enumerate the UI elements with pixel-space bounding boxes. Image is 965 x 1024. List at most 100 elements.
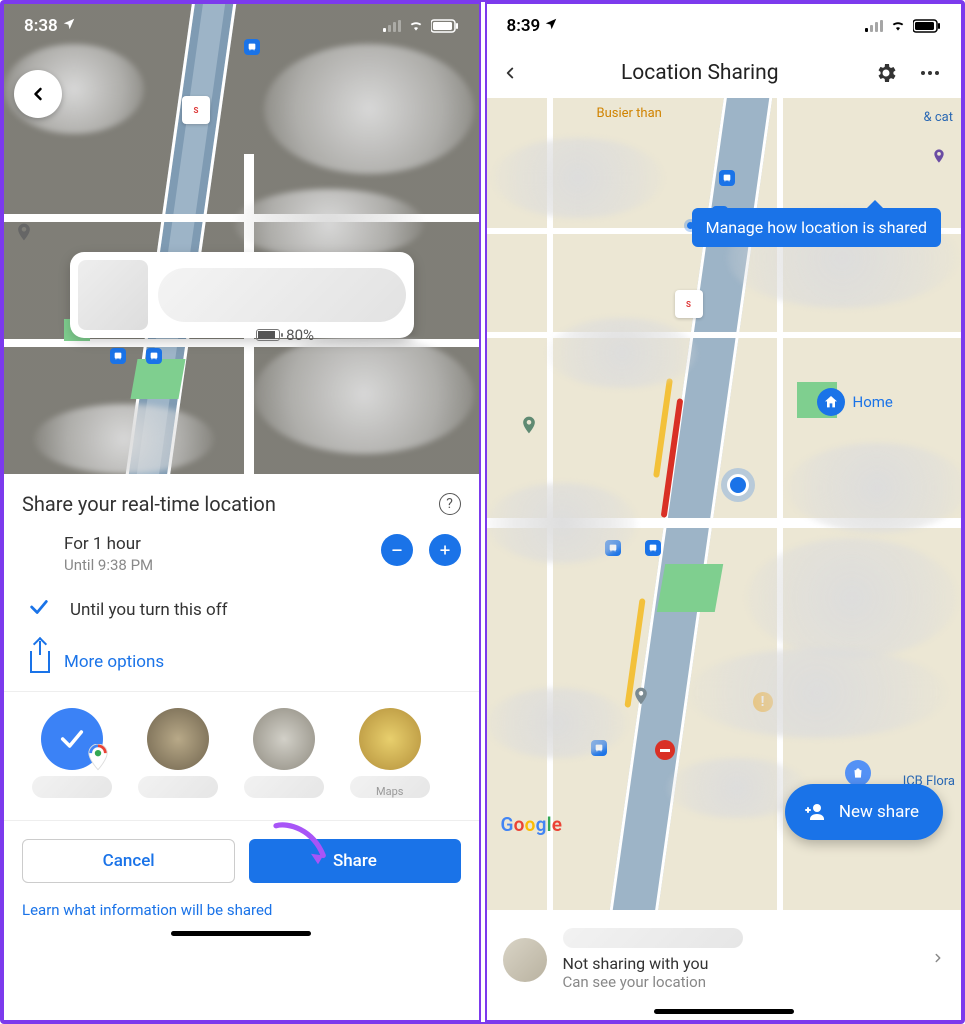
map-park	[656, 564, 722, 612]
blurred-region	[547, 318, 697, 388]
header-title: Location Sharing	[541, 61, 860, 85]
divider	[4, 820, 479, 821]
until-off-label: Until you turn this off	[70, 600, 228, 620]
more-menu-button[interactable]	[913, 61, 947, 85]
battery-percent-text: 80%	[286, 326, 314, 344]
contact-selected-check	[41, 708, 103, 770]
blurred-region	[487, 483, 637, 563]
location-info-card[interactable]: 80%	[70, 252, 414, 338]
status-icons	[865, 19, 941, 33]
back-button[interactable]	[14, 70, 62, 118]
blurred-region	[687, 648, 947, 738]
map-pin-icon	[519, 412, 539, 438]
home-pin[interactable]: Home	[817, 388, 893, 416]
poi-marker: S	[675, 290, 703, 318]
contact-item-selected[interactable]	[32, 708, 112, 798]
sharing-status-text: Not sharing with you	[563, 954, 916, 973]
contact-item[interactable]: Maps	[350, 708, 430, 798]
contact-name-blurred: 80%	[158, 268, 406, 322]
more-options-button[interactable]: More options	[22, 651, 461, 673]
contact-name-blurred	[244, 776, 324, 798]
google-logo: Google	[501, 813, 563, 836]
settings-button[interactable]	[869, 61, 903, 85]
blurred-region	[254, 334, 474, 454]
sheet-title: Share your real-time location	[22, 492, 276, 516]
map[interactable]: Busier than & cat S Home ! ICB Flora	[487, 98, 962, 910]
check-icon	[28, 596, 50, 623]
map-pin-icon	[931, 146, 947, 166]
cancel-label: Cancel	[103, 851, 155, 871]
contact-name-blurred	[138, 776, 218, 798]
status-icons	[383, 19, 459, 33]
phone-right: 8:39 Location Sharing	[485, 2, 964, 1022]
learn-info-link[interactable]: Learn what information will be shared	[22, 901, 461, 919]
bus-stop-icon	[146, 348, 162, 364]
bus-stop-icon	[110, 348, 126, 364]
share-button[interactable]: Share	[249, 839, 460, 883]
bus-stop-icon	[645, 540, 661, 556]
contact-item[interactable]	[244, 708, 324, 798]
location-services-icon	[62, 16, 76, 36]
home-icon	[817, 388, 845, 416]
contact-name-blurred	[32, 776, 112, 798]
map-park	[130, 359, 185, 399]
status-bar: 8:38	[4, 4, 479, 48]
back-button[interactable]	[501, 64, 531, 82]
poi-label: & cat	[924, 110, 953, 125]
cellular-icon	[865, 20, 883, 32]
status-time-text: 8:38	[24, 16, 58, 36]
add-person-icon	[803, 800, 827, 824]
shopping-poi-icon	[845, 760, 871, 786]
visibility-status-text: Can see your location	[563, 973, 916, 991]
no-entry-icon	[655, 740, 675, 760]
location-services-icon	[544, 16, 558, 36]
home-label: Home	[853, 393, 893, 411]
poi-marker: S	[182, 96, 210, 124]
battery-level-icon	[256, 329, 280, 341]
bus-stop-icon	[719, 170, 735, 186]
chevron-right-icon	[931, 950, 945, 969]
decrease-duration-button[interactable]	[381, 534, 413, 566]
contact-avatar	[359, 708, 421, 770]
blurred-region	[787, 443, 962, 533]
contact-name-blurred: Maps	[350, 776, 430, 798]
home-indicator[interactable]	[171, 931, 311, 936]
map-dimmed: S 80%	[4, 4, 479, 474]
header: Location Sharing	[487, 48, 962, 98]
new-share-button[interactable]: New share	[785, 784, 943, 840]
contacts-row: Maps	[22, 692, 461, 802]
status-time-text: 8:39	[507, 16, 541, 36]
blurred-region	[34, 404, 214, 474]
blurred-region	[234, 189, 424, 259]
phone-left: 8:38 S	[2, 2, 481, 1022]
contact-avatar	[503, 938, 547, 982]
until-off-option[interactable]: Until you turn this off	[22, 596, 461, 623]
wifi-icon	[889, 19, 907, 33]
blurred-region	[487, 688, 627, 758]
blurred-region	[264, 44, 474, 174]
shared-contact-card[interactable]: Not sharing with you Can see your locati…	[487, 910, 962, 997]
battery-icon	[431, 19, 459, 33]
contact-avatar	[147, 708, 209, 770]
tooltip-text: Manage how location is shared	[706, 218, 927, 237]
contact-name-blurred	[563, 928, 743, 948]
contact-avatar	[78, 260, 148, 330]
battery-icon	[913, 19, 941, 33]
map-pin-icon	[14, 219, 34, 245]
status-time: 8:38	[24, 16, 76, 36]
contact-battery: 80%	[256, 326, 314, 344]
more-options-label: More options	[64, 652, 164, 672]
maps-text: Maps	[376, 785, 403, 798]
my-location-dot	[727, 474, 749, 496]
blurred-region	[493, 138, 663, 218]
home-indicator[interactable]	[654, 1009, 794, 1014]
blurred-region	[747, 538, 957, 658]
share-icon	[30, 651, 50, 673]
duration-label: For 1 hour	[64, 534, 153, 554]
contact-item[interactable]	[138, 708, 218, 798]
status-time: 8:39	[507, 16, 559, 36]
cancel-button[interactable]: Cancel	[22, 839, 235, 883]
help-icon[interactable]: ?	[439, 493, 461, 515]
increase-duration-button[interactable]	[429, 534, 461, 566]
settings-tooltip: Manage how location is shared	[692, 208, 941, 247]
